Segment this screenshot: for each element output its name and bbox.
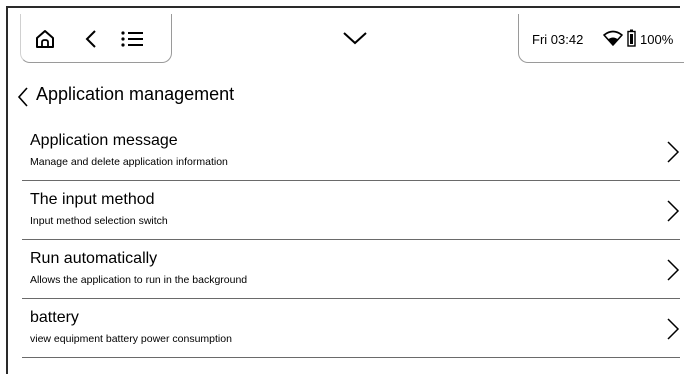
list-item-application-message[interactable]: Application message Manage and delete ap… [22, 122, 680, 181]
list-item-title: The input method [30, 191, 155, 208]
list-item-subtitle: view equipment battery power consumption [30, 333, 232, 345]
list-item-battery[interactable]: battery view equipment battery power con… [22, 299, 680, 358]
settings-list: Application message Manage and delete ap… [22, 122, 680, 358]
battery-percent: 100% [640, 32, 674, 47]
chevron-right-icon [666, 317, 680, 346]
clock-text: Fri 03:42 [532, 32, 584, 47]
chevron-down-icon[interactable] [342, 30, 368, 51]
chevron-right-icon [666, 258, 680, 287]
list-item-title: Application message [30, 132, 178, 149]
chevron-right-icon [666, 140, 680, 169]
wifi-icon [603, 29, 623, 52]
list-item-title: battery [30, 309, 79, 326]
back-chevron-icon[interactable] [16, 86, 30, 113]
page-title: Application management [36, 84, 235, 104]
list-item-input-method[interactable]: The input method Input method selection … [22, 181, 680, 240]
status-bar: Fri 03:42 100% [8, 8, 684, 70]
list-item-subtitle: Manage and delete application informatio… [30, 156, 228, 168]
battery-icon [627, 29, 636, 52]
chevron-right-icon [666, 199, 680, 228]
list-item-title: Run automatically [30, 250, 158, 267]
list-item-subtitle: Allows the application to run in the bac… [30, 274, 248, 286]
home-icon[interactable] [34, 28, 56, 55]
list-item-subtitle: Input method selection switch [30, 215, 168, 227]
back-icon[interactable] [84, 28, 98, 55]
list-item-run-automatically[interactable]: Run automatically Allows the application… [22, 240, 680, 299]
menu-list-icon[interactable] [120, 29, 144, 54]
